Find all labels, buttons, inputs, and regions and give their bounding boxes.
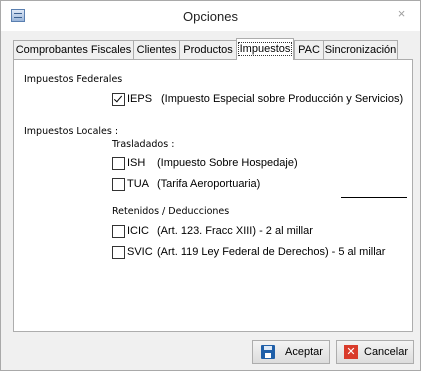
trasladados-heading: Trasladados : [112, 139, 175, 150]
close-button[interactable]: × [391, 6, 412, 22]
tab-productos[interactable]: Productos [179, 40, 237, 59]
tua-desc: (Tarifa Aeroportuaria) [157, 178, 261, 190]
ish-code: ISH [127, 157, 146, 169]
tab-pac[interactable]: PAC [294, 40, 324, 59]
tab-comprobantes-fiscales[interactable]: Comprobantes Fiscales [13, 40, 134, 59]
ish-checkbox[interactable] [112, 157, 125, 170]
impuestos-panel: Impuestos Federales IEPS (Impuesto Espec… [13, 59, 413, 332]
local-heading: Impuestos Locales : [24, 126, 119, 137]
icic-checkbox[interactable] [112, 225, 125, 238]
icic-code: ICIC [127, 225, 149, 237]
tab-clientes[interactable]: Clientes [133, 40, 180, 59]
ieps-checkbox[interactable] [112, 93, 125, 106]
icic-desc: (Art. 123. Fracc XIII) - 2 al millar [157, 225, 313, 237]
separator-line [341, 197, 407, 198]
ish-desc: (Impuesto Sobre Hospedaje) [157, 157, 298, 169]
accept-label: Aceptar [285, 346, 323, 358]
save-disk-icon [261, 345, 275, 359]
ieps-code: IEPS [127, 93, 153, 105]
svic-code: SVIC [127, 246, 153, 258]
federal-heading: Impuestos Federales [24, 74, 123, 85]
tab-sincronizacion[interactable]: Sincronización [323, 40, 398, 59]
tab-impuestos[interactable]: Impuestos [236, 38, 294, 60]
svic-desc: (Art. 119 Ley Federal de Derechos) - 5 a… [157, 246, 386, 258]
ieps-desc: (Impuesto Especial sobre Producción y Se… [161, 93, 404, 105]
accept-button[interactable]: Aceptar [252, 340, 330, 364]
title-bar[interactable]: Opciones × [1, 1, 420, 31]
options-dialog: Opciones × Comprobantes Fiscales Cliente… [0, 0, 421, 371]
tua-code: TUA [127, 178, 149, 190]
tua-checkbox[interactable] [112, 178, 125, 191]
cancel-label: Cancelar [364, 346, 409, 358]
red-x-icon: ✕ [344, 345, 358, 359]
window-title: Opciones [183, 9, 238, 24]
cancel-button[interactable]: ✕ Cancelar [336, 340, 414, 364]
retenidos-heading: Retenidos / Deducciones [112, 206, 230, 217]
svic-checkbox[interactable] [112, 246, 125, 259]
